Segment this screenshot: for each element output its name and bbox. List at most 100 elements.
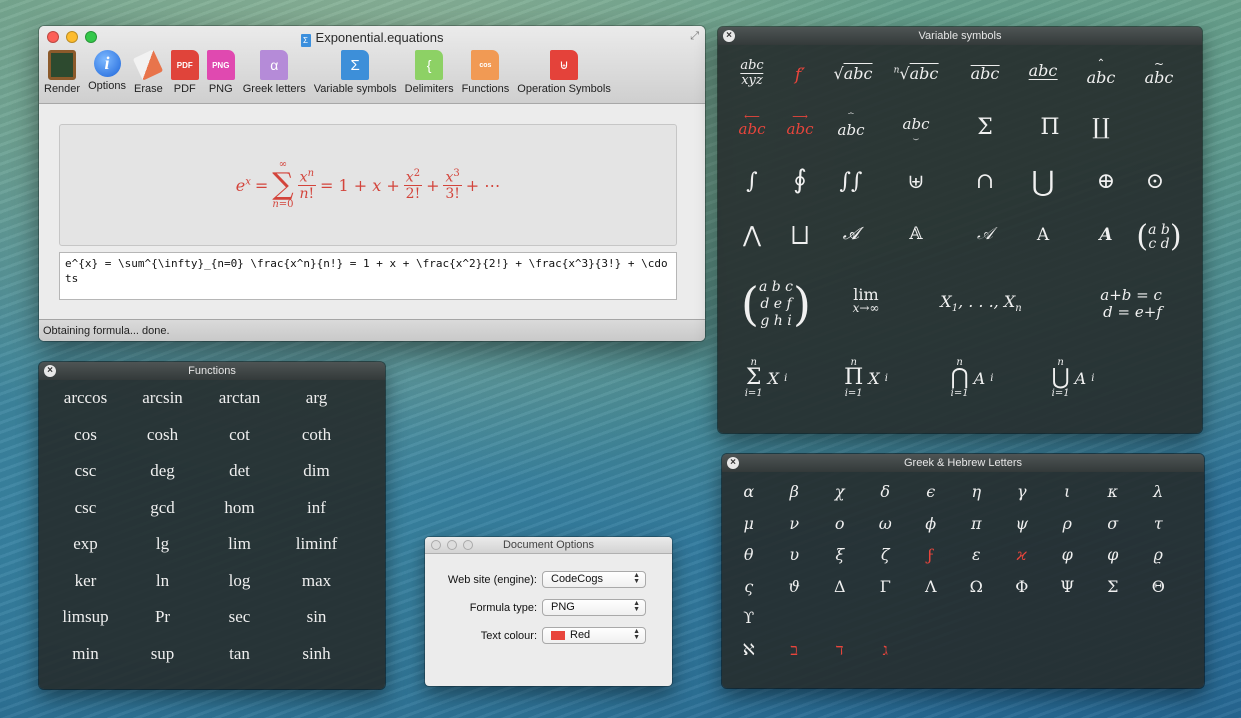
symbol-product-limits[interactable]: n Πi=1 Xi xyxy=(844,357,888,399)
letter-item[interactable]: σ xyxy=(1090,514,1136,546)
letter-item[interactable]: Δ xyxy=(817,577,863,609)
toolbar-render-button[interactable]: Render xyxy=(44,50,80,95)
letter-item[interactable]: Σ xyxy=(1090,577,1136,609)
function-item[interactable]: cosh xyxy=(124,425,201,462)
symbol-matrix-2x2[interactable]: (a bc d) xyxy=(1136,219,1181,254)
symbol-aligned-equations[interactable]: a+b = c d = e+f xyxy=(1084,287,1162,321)
letter-item[interactable]: ω xyxy=(863,514,909,546)
symbol-big-union[interactable]: ⋃ xyxy=(1032,165,1055,198)
symbol-wedge[interactable]: ⋀ xyxy=(743,223,761,248)
zoom-button[interactable] xyxy=(463,540,473,550)
letter-item[interactable]: ℵ xyxy=(726,640,772,672)
toolbar-png-button[interactable]: PNG PNG xyxy=(206,50,235,95)
toolbar-erase-button[interactable]: Erase xyxy=(133,49,164,95)
toolbar-delimiters-button[interactable]: { Delimiters xyxy=(405,50,454,95)
symbol-sum-limits[interactable]: n Σi=1 Xi xyxy=(745,357,788,399)
symbol-nth-root[interactable]: n√abc xyxy=(894,63,939,83)
letter-item[interactable]: ϒ xyxy=(726,608,772,640)
letter-item[interactable]: Ψ xyxy=(1045,577,1091,609)
letter-item[interactable]: α xyxy=(726,482,772,514)
letter-item[interactable]: ε xyxy=(954,545,1000,577)
toolbar-variable-symbols-button[interactable]: Σ Variable symbols xyxy=(314,50,397,95)
symbol-product[interactable]: Π xyxy=(1040,115,1059,140)
function-item[interactable]: sup xyxy=(124,644,201,681)
function-item[interactable]: det xyxy=(201,461,278,498)
symbol-mathrm-a[interactable]: A xyxy=(1037,225,1049,245)
letter-item[interactable]: γ xyxy=(999,482,1045,514)
function-item[interactable]: exp xyxy=(47,534,124,571)
function-item[interactable]: Pr xyxy=(124,607,201,644)
symbol-sum[interactable]: Σ xyxy=(977,115,993,140)
letter-item[interactable]: ב xyxy=(772,640,818,672)
letter-item[interactable]: η xyxy=(954,482,1000,514)
letter-item[interactable]: θ xyxy=(726,545,772,577)
letter-item[interactable]: χ xyxy=(817,482,863,514)
letter-item[interactable]: ϵ xyxy=(908,482,954,514)
symbol-mathcal-a[interactable]: 𝓐 xyxy=(843,224,859,244)
toolbar-pdf-button[interactable]: PDF PDF xyxy=(170,50,199,95)
letter-item[interactable]: o xyxy=(817,514,863,546)
letter-item[interactable]: ϰ xyxy=(999,545,1045,577)
letter-item[interactable]: ν xyxy=(772,514,818,546)
function-item[interactable]: csc xyxy=(47,461,124,498)
symbol-union-limits[interactable]: n ⋃ i=1 Ai xyxy=(1052,357,1095,399)
letter-item[interactable]: δ xyxy=(863,482,909,514)
close-button[interactable] xyxy=(431,540,441,550)
symbol-limit[interactable]: lim x→∞ xyxy=(853,287,880,316)
symbol-double-integral[interactable]: ∫∫ xyxy=(840,169,863,194)
symbol-intersection[interactable]: ∩ xyxy=(976,169,994,194)
symbol-intersection-limits[interactable]: n ⋂ i=1 Ai xyxy=(951,357,994,399)
minimize-button[interactable] xyxy=(447,540,457,550)
formula-type-select[interactable]: PNG ▲ ▼ xyxy=(542,599,646,616)
symbol-mathbb-a[interactable]: 𝔸 xyxy=(909,224,922,244)
letter-item[interactable]: ι xyxy=(1045,482,1091,514)
function-item[interactable]: arcsin xyxy=(124,388,201,425)
function-item[interactable]: lim xyxy=(201,534,278,571)
function-item[interactable]: deg xyxy=(124,461,201,498)
function-item[interactable]: ker xyxy=(47,571,124,608)
symbol-sqrt[interactable]: √abc xyxy=(834,63,873,83)
close-icon[interactable]: × xyxy=(723,30,735,42)
text-colour-select[interactable]: Red ▲ ▼ xyxy=(542,627,646,644)
function-item[interactable]: tan xyxy=(201,644,278,681)
engine-select[interactable]: CodeCogs ▲ ▼ xyxy=(542,571,646,588)
symbol-sqcup[interactable]: ⨆ xyxy=(791,223,809,248)
function-item[interactable]: gcd xyxy=(124,498,201,535)
letter-item[interactable]: φ xyxy=(1045,545,1091,577)
letter-item[interactable]: ϕ xyxy=(908,514,954,546)
symbol-underbrace[interactable]: abc ⏟ xyxy=(903,115,930,141)
toolbar-operation-symbols-button[interactable]: ⊎ Operation Symbols xyxy=(517,50,611,95)
function-item[interactable]: cos xyxy=(47,425,124,462)
letter-item[interactable]: κ xyxy=(1090,482,1136,514)
letter-item[interactable]: ϱ xyxy=(1136,545,1182,577)
symbol-widehat[interactable]: ⌃ abc xyxy=(1087,59,1116,88)
function-item[interactable]: arccos xyxy=(47,388,124,425)
function-item[interactable]: sinh xyxy=(278,644,355,681)
latex-input[interactable]: e^{x} = \sum^{\infty}_{n=0} \frac{x^n}{n… xyxy=(59,252,677,300)
function-item[interactable]: csc xyxy=(47,498,124,535)
function-item[interactable]: hom xyxy=(201,498,278,535)
symbol-overrightarrow[interactable]: ⟶ abc xyxy=(787,111,814,138)
symbol-matrix-3x3[interactable]: (a b cd e fg h i) xyxy=(741,277,811,331)
letter-item[interactable]: Θ xyxy=(1136,577,1182,609)
fullscreen-icon[interactable]: ⤢ xyxy=(690,30,699,43)
symbol-underline[interactable]: abc xyxy=(1028,63,1058,80)
letter-item[interactable]: υ xyxy=(772,545,818,577)
toolbar-functions-button[interactable]: cos Functions xyxy=(462,50,509,95)
symbol-boldsymbol-a[interactable]: A xyxy=(1099,225,1112,245)
symbol-coproduct[interactable]: ∐ xyxy=(1092,115,1110,140)
letter-item[interactable]: τ xyxy=(1136,514,1182,546)
function-item[interactable]: arctan xyxy=(201,388,278,425)
letter-item[interactable]: ψ xyxy=(999,514,1045,546)
function-item[interactable]: min xyxy=(47,644,124,681)
function-item[interactable]: ln xyxy=(124,571,201,608)
function-item[interactable]: max xyxy=(278,571,355,608)
function-item[interactable]: limsup xyxy=(47,607,124,644)
function-item[interactable]: dim xyxy=(278,461,355,498)
letter-item[interactable]: λ xyxy=(1136,482,1182,514)
letter-item[interactable]: μ xyxy=(726,514,772,546)
letter-item[interactable]: Φ xyxy=(999,577,1045,609)
function-item[interactable]: inf xyxy=(278,498,355,535)
function-item[interactable]: sin xyxy=(278,607,355,644)
symbol-oplus[interactable]: ⊕ xyxy=(1097,169,1115,194)
